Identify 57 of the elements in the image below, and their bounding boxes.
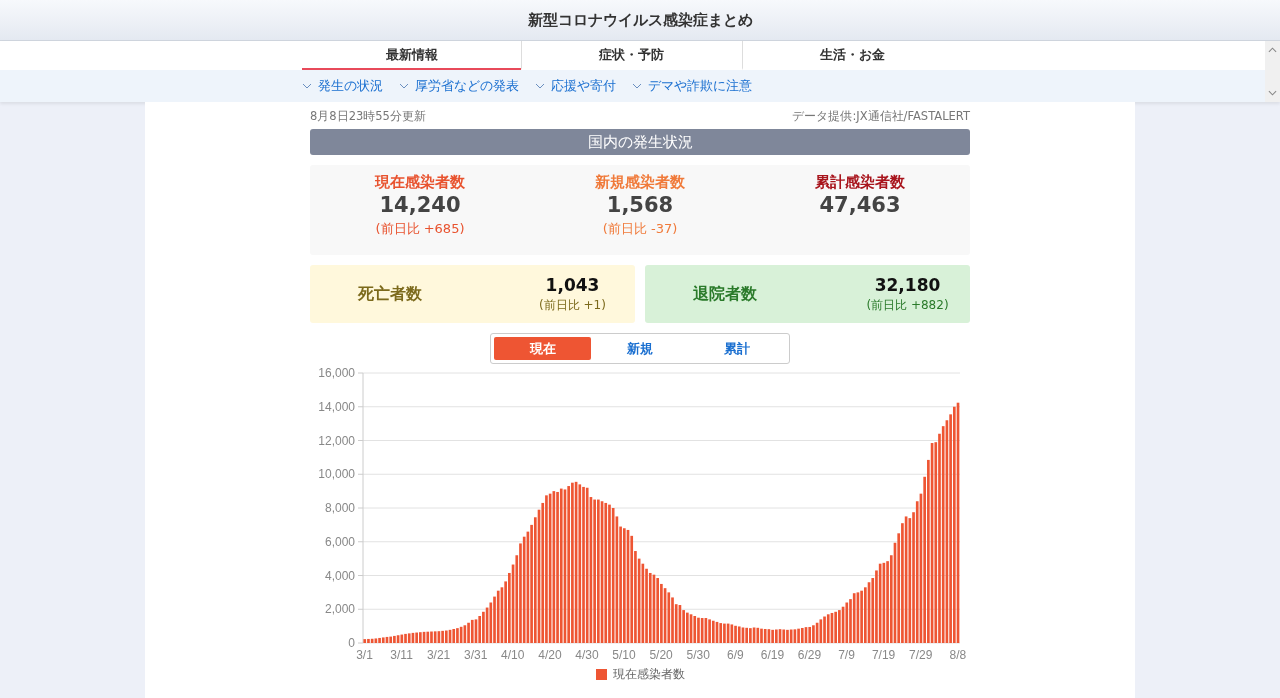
x-axis-label: 4/10 — [501, 648, 525, 662]
x-axis-label: 4/30 — [575, 648, 599, 662]
x-axis-label: 7/29 — [909, 648, 933, 662]
chart-tab[interactable]: 新規 — [591, 337, 689, 360]
stat-value: 47,463 — [818, 193, 902, 217]
chevron-down-icon — [632, 83, 642, 89]
update-time: 8月8日23時55分更新 — [310, 108, 426, 124]
x-axis-label: 5/20 — [649, 648, 673, 662]
stat-label: 新規感染者数 — [594, 173, 686, 192]
chevron-down-icon — [302, 83, 312, 89]
stat-label: 累計感染者数 — [814, 173, 906, 192]
section-link[interactable]: 発生の状況 — [318, 77, 383, 95]
chart-tab[interactable]: 現在 — [494, 337, 592, 360]
x-axis-label: 3/1 — [356, 648, 373, 662]
section-link[interactable]: デマや詐欺に注意 — [648, 77, 752, 95]
stat-change: (前日比 +882) — [865, 296, 950, 314]
stat-change: (前日比 +685) — [374, 220, 466, 238]
scrollbar[interactable] — [1265, 41, 1280, 102]
y-axis-label: 16,000 — [318, 366, 355, 380]
section-link[interactable]: 応援や寄付 — [551, 77, 616, 95]
y-axis-label: 12,000 — [318, 433, 355, 448]
stat-change: (前日比 +1) — [538, 296, 607, 314]
chevron-down-icon — [535, 83, 545, 89]
legend-label: 現在感染者数 — [612, 666, 685, 683]
stat-value: 1,043 — [544, 274, 601, 295]
x-axis-label: 7/9 — [838, 648, 855, 662]
x-axis-label: 3/31 — [464, 648, 488, 662]
stat-label: 退院者数 — [692, 283, 758, 305]
chevron-down-icon — [399, 83, 409, 89]
x-axis-label: 6/19 — [760, 648, 785, 662]
stat-label: 死亡者数 — [357, 283, 423, 305]
x-axis-label: 6/29 — [797, 648, 822, 662]
y-axis-label: 2,000 — [324, 602, 355, 617]
site-title: 新型コロナウイルス感染症まとめ — [527, 10, 753, 30]
y-axis-label: 6,000 — [324, 534, 355, 549]
stat-label: 現在感染者数 — [373, 173, 466, 192]
x-axis-label: 6/9 — [726, 648, 744, 662]
data-source: データ提供:JX通信社/FASTALERT — [792, 108, 970, 124]
y-axis-label: 8,000 — [324, 501, 355, 515]
y-axis-label: 4,000 — [324, 568, 355, 583]
y-axis-label: 0 — [348, 636, 355, 650]
section-link[interactable]: 厚労省などの発表 — [415, 77, 519, 95]
section-heading: 国内の発生状況 — [310, 129, 970, 155]
chart-tab[interactable]: 累計 — [688, 337, 786, 360]
y-axis-label: 10,000 — [318, 467, 355, 482]
x-axis-label: 5/10 — [612, 648, 636, 662]
x-axis-label: 5/30 — [686, 648, 710, 662]
x-axis-label: 7/19 — [871, 648, 896, 662]
stat-value: 32,180 — [873, 274, 942, 295]
x-axis-label: 3/21 — [426, 648, 451, 662]
stat-value: 1,568 — [605, 193, 675, 217]
stat-value: 14,240 — [378, 193, 462, 217]
x-axis-label: 4/20 — [538, 648, 562, 662]
x-axis-label: 3/11 — [390, 648, 413, 662]
y-axis-label: 14,000 — [318, 399, 355, 414]
stat-change: (前日比 -37) — [601, 220, 679, 238]
x-axis-label: 8/8 — [949, 648, 967, 662]
